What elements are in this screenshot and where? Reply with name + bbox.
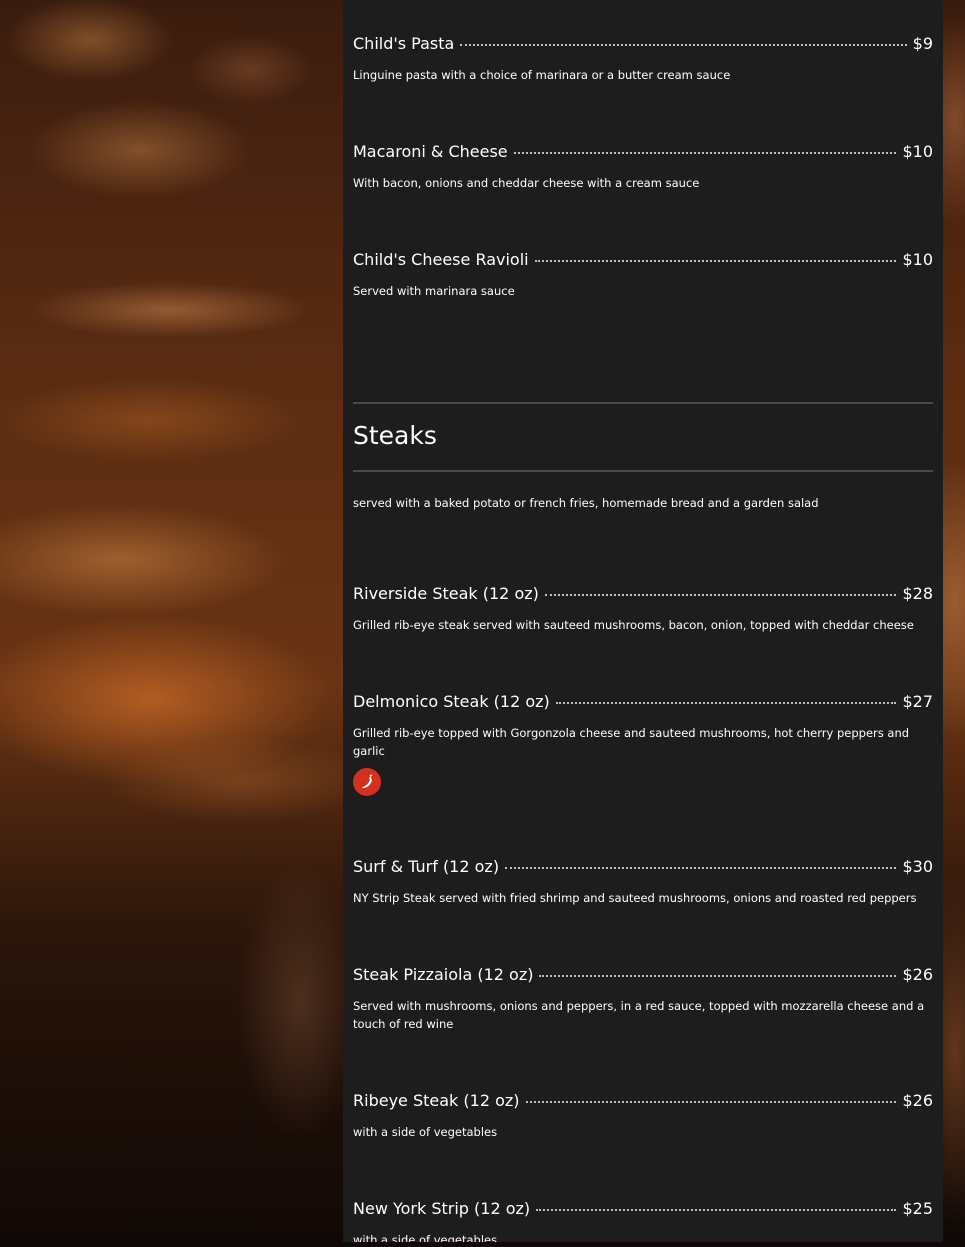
menu-item: New York Strip (12 oz) $25 with a side o… <box>353 1198 933 1242</box>
item-price: $10 <box>902 250 933 269</box>
dot-leader <box>536 1208 897 1211</box>
section-divider <box>353 470 933 472</box>
item-price: $30 <box>902 857 933 876</box>
dot-leader <box>525 1100 897 1103</box>
item-name: Steak Pizzaiola (12 oz) <box>353 965 534 984</box>
menu-item: Child's Pasta $9 Linguine pasta with a c… <box>353 33 933 84</box>
dot-leader <box>513 151 897 154</box>
item-name: Macaroni & Cheese <box>353 142 508 161</box>
dot-leader <box>544 593 897 596</box>
item-price: $9 <box>912 34 933 53</box>
dot-leader <box>460 43 907 46</box>
item-description: NY Strip Steak served with fried shrimp … <box>353 891 917 905</box>
dot-leader <box>555 701 897 704</box>
dot-leader <box>539 974 897 977</box>
item-price: $26 <box>902 965 933 984</box>
menu-item: Ribeye Steak (12 oz) $26 with a side of … <box>353 1090 933 1141</box>
item-price: $25 <box>902 1199 933 1218</box>
item-price: $10 <box>902 142 933 161</box>
item-description: Linguine pasta with a choice of marinara… <box>353 68 731 82</box>
section-note: served with a baked potato or french fri… <box>353 496 819 510</box>
item-description: Grilled rib-eye topped with Gorgonzola c… <box>353 726 910 758</box>
item-price: $28 <box>902 584 933 603</box>
item-description: With bacon, onions and cheddar cheese wi… <box>353 176 700 190</box>
item-name: Child's Cheese Ravioli <box>353 250 529 269</box>
item-description: with a side of vegetables <box>353 1125 498 1139</box>
section-title: Steaks <box>353 421 437 450</box>
item-name: Ribeye Steak (12 oz) <box>353 1091 520 1110</box>
dot-leader <box>534 259 897 262</box>
item-price: $26 <box>902 1091 933 1110</box>
dot-leader <box>505 866 897 869</box>
item-description: Served with marinara sauce <box>353 284 515 298</box>
chili-pepper-glyph <box>362 774 373 789</box>
item-name: Riverside Steak (12 oz) <box>353 584 539 603</box>
menu-item: Delmonico Steak (12 oz) $27 Grilled rib-… <box>353 691 933 760</box>
menu-item: Steak Pizzaiola (12 oz) $26 Served with … <box>353 964 933 1033</box>
item-description: Served with mushrooms, onions and pepper… <box>353 999 925 1031</box>
item-description: with a side of vegetables <box>353 1233 498 1242</box>
item-name: Delmonico Steak (12 oz) <box>353 692 550 711</box>
menu-item: Riverside Steak (12 oz) $28 Grilled rib-… <box>353 583 933 634</box>
menu-item: Macaroni & Cheese $10 With bacon, onions… <box>353 141 933 192</box>
menu-item: Child's Cheese Ravioli $10 Served with m… <box>353 249 933 300</box>
menu-item: Surf & Turf (12 oz) $30 NY Strip Steak s… <box>353 856 933 907</box>
item-name: Surf & Turf (12 oz) <box>353 857 500 876</box>
section-divider <box>353 402 933 404</box>
item-name: New York Strip (12 oz) <box>353 1199 531 1218</box>
chili-pepper-icon <box>353 768 381 796</box>
item-name: Child's Pasta <box>353 34 455 53</box>
item-description: Grilled rib-eye steak served with sautee… <box>353 618 914 632</box>
item-price: $27 <box>902 692 933 711</box>
menu-panel: Child's Pasta $9 Linguine pasta with a c… <box>343 0 943 1242</box>
